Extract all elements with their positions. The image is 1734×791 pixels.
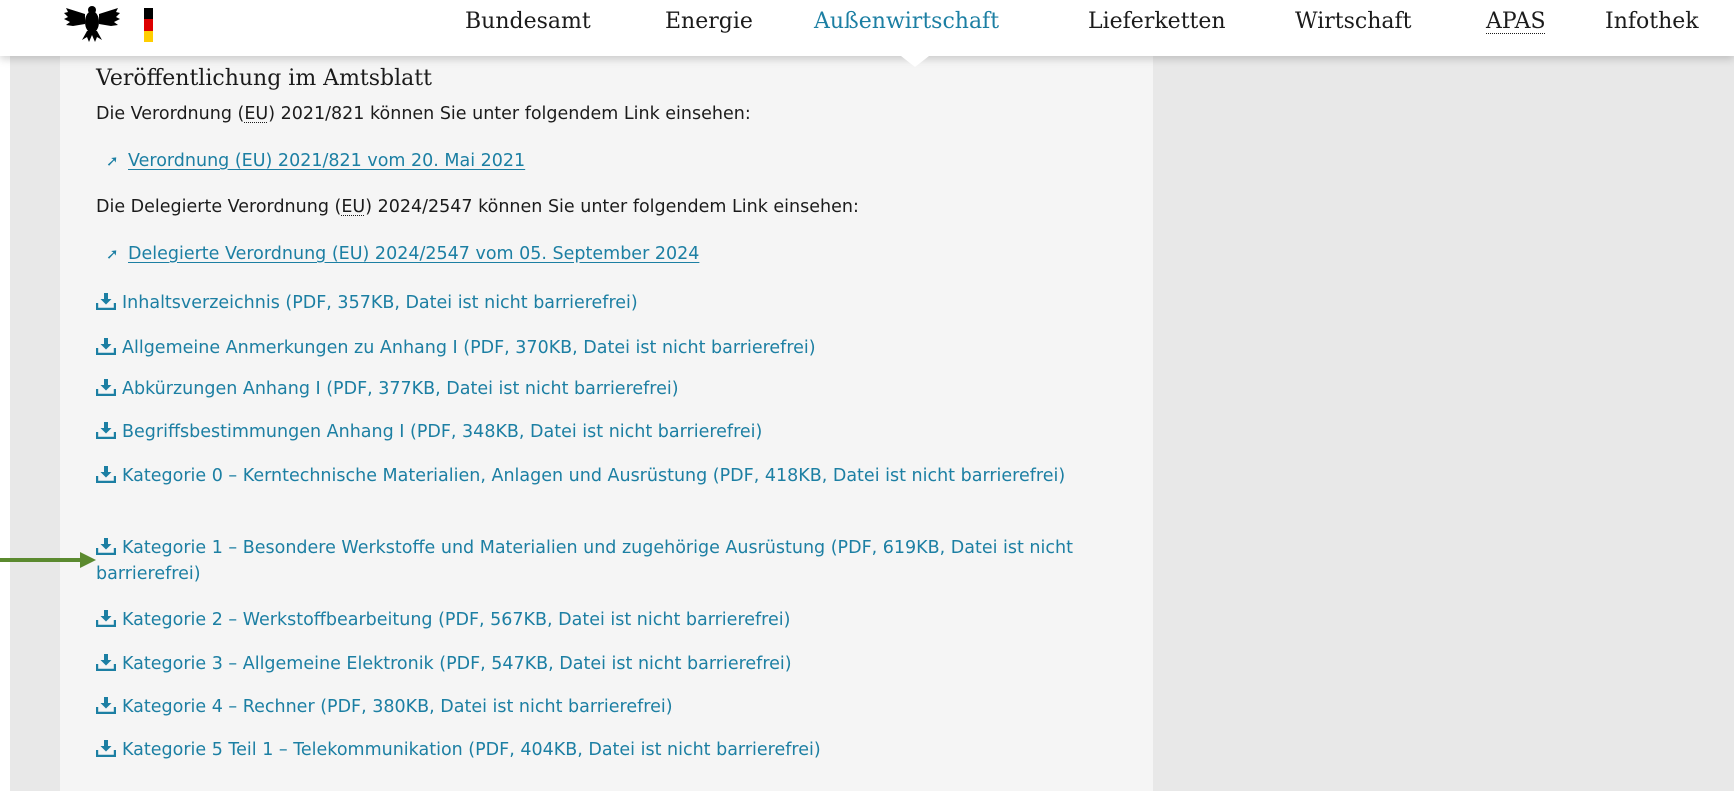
nav-item-bundesamt[interactable]: Bundesamt	[465, 9, 591, 34]
download-label: Begriffsbestimmungen Anhang I (PDF, 348K…	[122, 422, 763, 442]
download-icon	[96, 292, 122, 310]
external-link-icon: ➚	[106, 245, 119, 263]
external-link-icon: ➚	[106, 152, 119, 170]
download-label: Kategorie 5 Teil 1 – Telekommunikation (…	[122, 740, 821, 760]
download-label: Allgemeine Anmerkungen zu Anhang I (PDF,…	[122, 338, 816, 358]
download-label: Abkürzungen Anhang I (PDF, 377KB, Datei …	[122, 379, 679, 399]
left-gutter	[0, 56, 10, 791]
download-label: Kategorie 4 – Rechner (PDF, 380KB, Datei…	[122, 697, 673, 717]
download-allgemeine-anmerkungen[interactable]: Allgemeine Anmerkungen zu Anhang I (PDF,…	[96, 335, 1116, 361]
intro-paragraph-1: Die Verordnung (EU) 2021/821 können Sie …	[96, 104, 751, 124]
download-icon	[96, 337, 122, 355]
nav-item-wirtschaft[interactable]: Wirtschaft	[1295, 9, 1412, 34]
nav-item-lieferketten[interactable]: Lieferketten	[1088, 9, 1226, 34]
download-begriffsbestimmungen[interactable]: Begriffsbestimmungen Anhang I (PDF, 348K…	[96, 419, 1116, 445]
intro-paragraph-2: Die Delegierte Verordnung (EU) 2024/2547…	[96, 197, 859, 217]
annotation-arrow-icon	[0, 552, 96, 568]
nav-item-energie[interactable]: Energie	[665, 9, 753, 34]
active-nav-indicator	[901, 56, 929, 67]
download-icon	[96, 696, 122, 714]
download-inhaltsverzeichnis[interactable]: Inhaltsverzeichnis (PDF, 357KB, Datei is…	[96, 290, 1116, 316]
eu-abbreviation: EU	[341, 197, 366, 217]
download-label: Kategorie 1 – Besondere Werkstoffe und M…	[96, 538, 1073, 584]
nav-item-apas[interactable]: APAS	[1486, 9, 1546, 34]
link-delegierte-verordnung-2024-2547[interactable]: ➚ Delegierte Verordnung (EU) 2024/2547 vo…	[106, 244, 699, 264]
section-title: Veröffentlichung im Amtsblatt	[96, 66, 432, 91]
eu-abbreviation: EU	[244, 104, 269, 124]
download-icon	[96, 609, 122, 627]
site-header: Bundesamt Energie Außenwirtschaft Liefer…	[0, 0, 1734, 56]
eu-abbreviation: EU	[241, 151, 266, 171]
download-kategorie-2[interactable]: Kategorie 2 – Werkstoffbearbeitung (PDF,…	[96, 607, 1116, 633]
nav-item-infothek[interactable]: Infothek	[1605, 9, 1699, 34]
download-icon	[96, 653, 122, 671]
download-label: Kategorie 3 – Allgemeine Elektronik (PDF…	[122, 654, 792, 674]
link-verordnung-2021-821[interactable]: ➚ Verordnung (EU) 2021/821 vom 20. Mai 20…	[106, 151, 525, 171]
download-icon	[96, 739, 122, 757]
download-label: Kategorie 2 – Werkstoffbearbeitung (PDF,…	[122, 610, 791, 630]
main-navigation: Bundesamt Energie Außenwirtschaft Liefer…	[0, 9, 1734, 39]
download-kategorie-5-teil-1[interactable]: Kategorie 5 Teil 1 – Telekommunikation (…	[96, 737, 1116, 763]
eu-abbreviation: EU	[338, 244, 363, 264]
download-abkuerzungen[interactable]: Abkürzungen Anhang I (PDF, 377KB, Datei …	[96, 376, 1116, 402]
download-icon	[96, 378, 122, 396]
download-kategorie-3[interactable]: Kategorie 3 – Allgemeine Elektronik (PDF…	[96, 651, 1116, 677]
download-icon	[96, 465, 122, 483]
download-icon	[96, 421, 122, 439]
download-label: Inhaltsverzeichnis (PDF, 357KB, Datei is…	[122, 293, 638, 313]
download-kategorie-1[interactable]: Kategorie 1 – Besondere Werkstoffe und M…	[96, 535, 1116, 587]
download-kategorie-0[interactable]: Kategorie 0 – Kerntechnische Materialien…	[96, 463, 1116, 489]
nav-item-aussenwirtschaft[interactable]: Außenwirtschaft	[814, 9, 999, 34]
download-label: Kategorie 0 – Kerntechnische Materialien…	[122, 466, 1066, 486]
download-kategorie-4[interactable]: Kategorie 4 – Rechner (PDF, 380KB, Datei…	[96, 694, 1116, 720]
